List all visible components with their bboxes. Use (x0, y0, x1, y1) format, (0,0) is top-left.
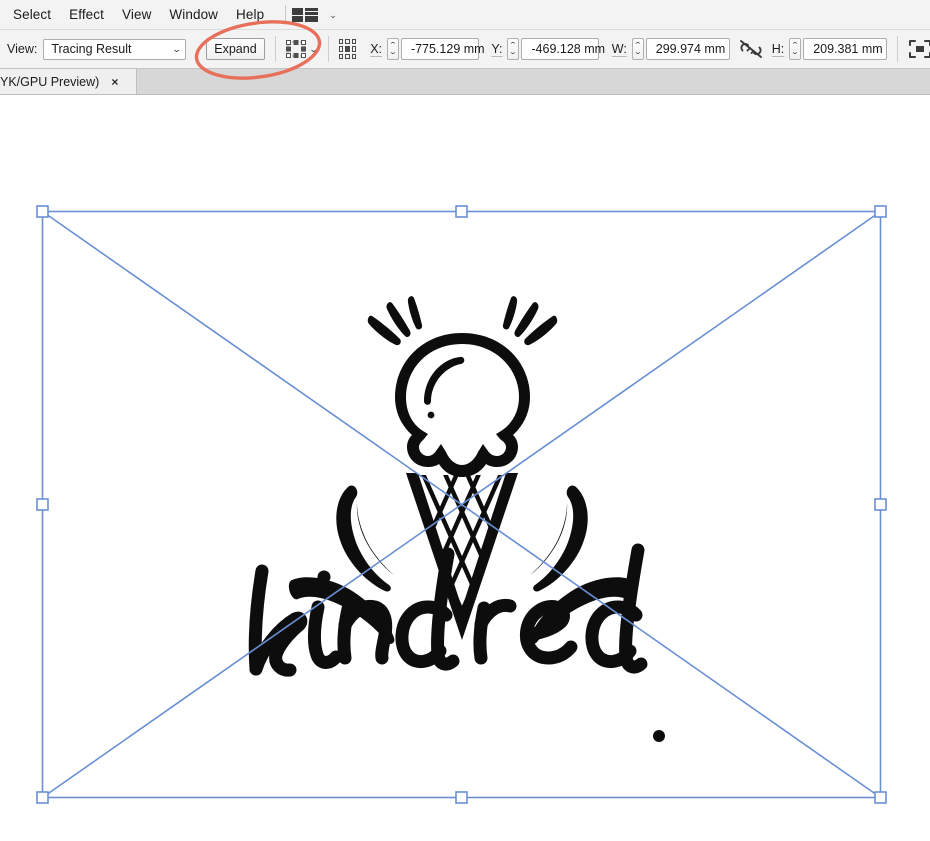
menu-bar-divider (285, 5, 286, 25)
selection-handle-bottom-right (875, 792, 886, 803)
document-tab-bar: YK/GPU Preview) × (0, 69, 930, 95)
width-input[interactable]: 299.974 mm (646, 38, 730, 60)
selection-handle-top-center (456, 206, 467, 217)
x-stepper[interactable]: ⌃ ⌄ (387, 38, 399, 60)
selection-handle-top-left (37, 206, 48, 217)
tracing-view-dropdown[interactable]: Tracing Result ⌄ (43, 39, 186, 60)
unconstrain-proportions-broken-link-icon[interactable] (739, 39, 763, 59)
document-tab[interactable]: YK/GPU Preview) × (0, 69, 137, 94)
document-tab-label: YK/GPU Preview) (0, 75, 99, 89)
toolbar-divider-3 (897, 36, 898, 62)
tracing-view-value: Tracing Result (51, 42, 131, 56)
view-label: View: (7, 42, 37, 56)
y-coordinate-input[interactable]: -469.128 mm (521, 38, 599, 60)
menu-item-effect[interactable]: Effect (60, 4, 113, 26)
x-stepper-down[interactable]: ⌄ (389, 49, 398, 56)
selection-handle-bottom-left (37, 792, 48, 803)
menu-item-view[interactable]: View (113, 4, 160, 26)
y-stepper-up[interactable]: ⌃ (509, 42, 518, 49)
toolbar-divider-1 (275, 36, 276, 62)
selection-handle-top-right (875, 206, 886, 217)
width-stepper[interactable]: ⌃ ⌄ (632, 38, 644, 60)
height-stepper-up[interactable]: ⌃ (791, 42, 800, 49)
anchor-chevron-down-icon[interactable]: ⌄ (309, 44, 319, 55)
reference-point-grid-icon[interactable] (339, 39, 356, 60)
selection-bounding-box[interactable] (0, 95, 930, 841)
transform-bounding-box-icon[interactable] (908, 39, 930, 59)
x-stepper-up[interactable]: ⌃ (389, 42, 398, 49)
chevron-down-icon: ⌄ (171, 44, 181, 55)
width-label: W: (612, 42, 627, 56)
height-stepper-down[interactable]: ⌄ (791, 49, 800, 56)
selection-handle-bottom-center (456, 792, 467, 803)
height-stepper[interactable]: ⌃ ⌄ (789, 38, 801, 60)
y-coordinate-label: Y: (491, 42, 502, 56)
selection-handle-middle-left (37, 499, 48, 510)
workspace-layout-icon[interactable] (292, 8, 318, 23)
close-icon[interactable]: × (111, 75, 118, 89)
x-coordinate-label: X: (370, 42, 382, 56)
control-toolbar: View: Tracing Result ⌄ Expand ⌄ X: ⌃ ⌄ -… (0, 29, 930, 69)
width-stepper-down[interactable]: ⌄ (633, 49, 642, 56)
x-coordinate-input[interactable]: -775.129 mm (401, 38, 479, 60)
artboard-canvas[interactable] (0, 95, 930, 841)
toolbar-divider-2 (328, 36, 329, 62)
menu-bar: Select Effect View Window Help ⌄ (0, 0, 930, 29)
menu-item-window[interactable]: Window (160, 4, 227, 26)
expand-button[interactable]: Expand (206, 38, 264, 60)
height-input[interactable]: 209.381 mm (803, 38, 887, 60)
selection-handle-middle-right (875, 499, 886, 510)
y-stepper-down[interactable]: ⌄ (509, 49, 518, 56)
width-stepper-up[interactable]: ⌃ (633, 42, 642, 49)
anchor-points-icon[interactable] (285, 38, 307, 60)
height-label: H: (772, 42, 785, 56)
menu-item-select[interactable]: Select (4, 4, 60, 26)
menu-item-help[interactable]: Help (227, 4, 273, 26)
workspace-chevron-down-icon[interactable]: ⌄ (329, 10, 337, 21)
y-stepper[interactable]: ⌃ ⌄ (507, 38, 519, 60)
